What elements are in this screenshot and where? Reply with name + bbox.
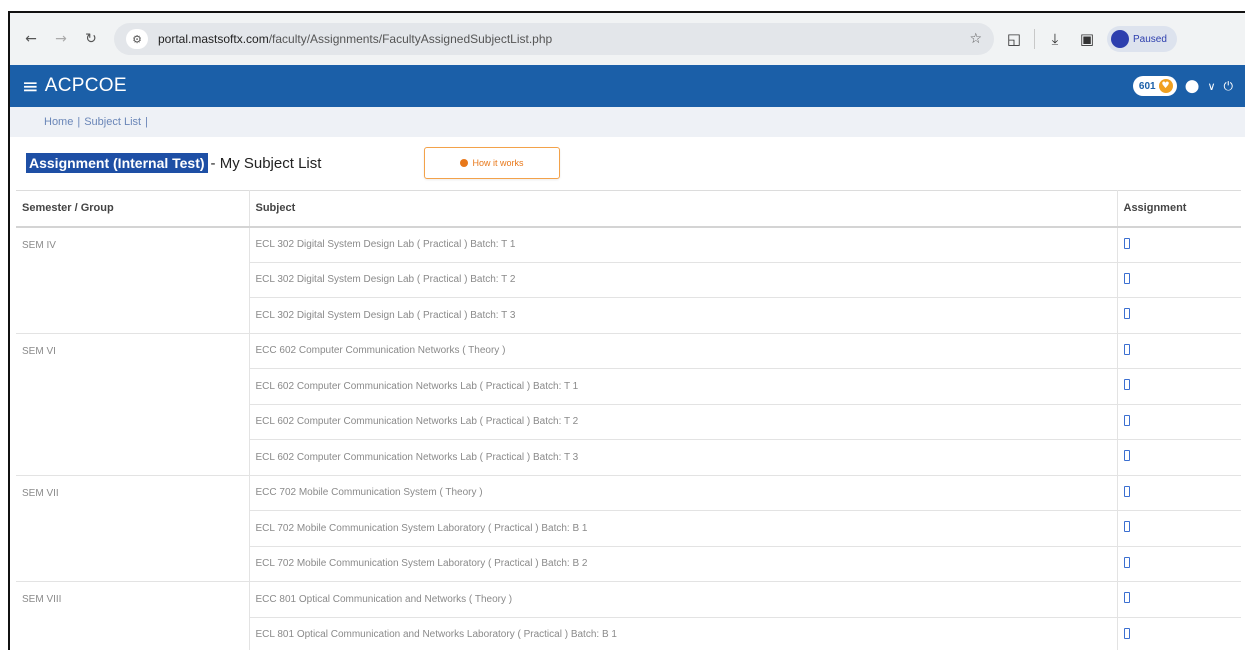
document-icon[interactable]: [1123, 414, 1130, 426]
header-actions: 601 ♥ ● ∨ ⏻: [1132, 76, 1234, 96]
assignment-cell: [1117, 368, 1241, 405]
document-icon[interactable]: [1123, 485, 1130, 497]
app-header: ≡ ACPCOE 601 ♥ ● ∨ ⏻: [10, 65, 1245, 107]
reload-icon[interactable]: ↻: [80, 28, 102, 50]
breadcrumb-separator: |: [145, 116, 148, 128]
table-row: SEM VIII ECC 801 Optical Communication an…: [16, 581, 1241, 650]
subject-cell: ECC 801 Optical Communication and Networ…: [249, 581, 1118, 618]
how-it-works-button[interactable]: How it works: [424, 147, 560, 179]
url-text: portal.mastsoftx.com/faculty/Assignments…: [158, 32, 552, 46]
subject-cell: ECL 302 Digital System Design Lab ( Prac…: [249, 297, 1118, 334]
semester-cell: SEM VI: [16, 333, 250, 476]
column-header-semester: Semester / Group: [16, 190, 250, 228]
subject-cell: ECL 702 Mobile Communication System Labo…: [249, 510, 1118, 547]
sign-out-button[interactable]: ⏻: [1224, 79, 1234, 94]
document-icon[interactable]: [1123, 592, 1130, 604]
assignment-cell: [1117, 297, 1241, 334]
document-icon[interactable]: [1123, 308, 1130, 320]
back-icon[interactable]: ←: [20, 28, 42, 50]
document-icon[interactable]: [1123, 379, 1130, 391]
notification-count: 601: [1138, 80, 1156, 92]
page-title: - My Subject List: [210, 154, 322, 172]
subject-cell: ECL 602 Computer Communication Networks …: [249, 439, 1118, 476]
power-icon: ⏻: [1223, 78, 1234, 93]
table-row: SEM VI ECC 602 Computer Communication Net…: [16, 333, 1241, 476]
profile-label: Paused: [1133, 33, 1167, 45]
toolbar-divider: [1034, 29, 1035, 49]
column-header-subject: Subject: [249, 190, 1118, 228]
semester-cell: SEM VII: [16, 475, 250, 582]
assignment-cell: [1117, 581, 1241, 618]
url-path: /faculty/Assignments/FacultyAssignedSubj…: [268, 32, 553, 46]
breadcrumb: Home | Subject List |: [10, 107, 1245, 137]
subject-cell: ECL 302 Digital System Design Lab ( Prac…: [249, 262, 1118, 298]
assignment-cell: [1117, 439, 1241, 476]
column-header-assignment: Assignment: [1117, 190, 1241, 228]
brand-title[interactable]: ACPCOE: [45, 75, 127, 97]
document-icon[interactable]: [1123, 237, 1130, 249]
page-title-highlight: Assignment (Internal Test): [26, 153, 208, 173]
table-row: SEM VII ECC 702 Mobile Communication Syst…: [16, 475, 1241, 582]
subject-cell: ECL 602 Computer Communication Networks …: [249, 368, 1118, 405]
subject-cell: ECC 702 Mobile Communication System ( Th…: [249, 475, 1118, 511]
hamburger-icon[interactable]: ≡: [22, 74, 39, 98]
download-icon[interactable]: ⤓: [1043, 27, 1067, 51]
assignment-cell: [1117, 262, 1241, 298]
how-it-works-label: How it works: [472, 158, 524, 168]
document-icon[interactable]: [1123, 556, 1130, 568]
assignment-cell: [1117, 617, 1241, 650]
document-icon[interactable]: [1123, 627, 1130, 639]
user-circle-icon[interactable]: ●: [1185, 76, 1200, 96]
notification-badge[interactable]: 601 ♥: [1132, 76, 1177, 96]
semester-cell: SEM VIII: [16, 581, 250, 650]
table-row: SEM IV ECL 302 Digital System Design Lab …: [16, 226, 1241, 334]
assignment-cell: [1117, 475, 1241, 511]
breadcrumb-separator: |: [77, 116, 81, 128]
document-icon[interactable]: [1123, 343, 1130, 355]
breadcrumb-current[interactable]: Subject List: [84, 116, 141, 128]
forward-icon[interactable]: →: [50, 28, 72, 50]
address-bar[interactable]: ⚙ portal.mastsoftx.com/faculty/Assignmen…: [114, 23, 994, 55]
bookmark-star-icon[interactable]: ☆: [969, 31, 982, 47]
page-title-row: Assignment (Internal Test) - My Subject …: [10, 137, 1245, 189]
semester-cell: SEM IV: [16, 226, 250, 334]
bell-icon: ♥: [1158, 79, 1173, 93]
subject-cell: ECL 801 Optical Communication and Networ…: [249, 617, 1118, 650]
subject-cell: ECL 602 Computer Communication Networks …: [249, 404, 1118, 440]
subject-cell: ECL 302 Digital System Design Lab ( Prac…: [249, 226, 1118, 263]
profile-avatar: [1111, 30, 1129, 48]
breadcrumb-home[interactable]: Home: [44, 116, 73, 128]
table-header-row: Semester / Group Subject Assignment: [16, 190, 1241, 228]
site-settings-icon[interactable]: ⚙: [126, 29, 148, 49]
subject-cell: ECC 602 Computer Communication Networks …: [249, 333, 1118, 369]
assignment-cell: [1117, 510, 1241, 547]
assignment-cell: [1117, 546, 1241, 582]
info-icon: [460, 159, 469, 167]
extensions-icon[interactable]: ◱: [1002, 27, 1026, 51]
browser-toolbar: ← → ↻ ⚙ portal.mastsoftx.com/faculty/Ass…: [10, 13, 1245, 65]
assignment-cell: [1117, 226, 1241, 263]
document-icon[interactable]: [1123, 272, 1130, 284]
subject-cell: ECL 702 Mobile Communication System Labo…: [249, 546, 1118, 582]
assignment-cell: [1117, 333, 1241, 369]
assignment-cell: [1117, 404, 1241, 440]
document-icon[interactable]: [1123, 450, 1130, 462]
document-icon[interactable]: [1123, 521, 1130, 533]
sidebar-icon[interactable]: ▣: [1075, 27, 1099, 51]
chevron-down-icon[interactable]: ∨: [1207, 80, 1215, 93]
url-host: portal.mastsoftx.com: [158, 32, 269, 46]
subject-table: Semester / Group Subject Assignment SEM …: [16, 190, 1241, 650]
profile-chip[interactable]: Paused: [1107, 26, 1177, 52]
